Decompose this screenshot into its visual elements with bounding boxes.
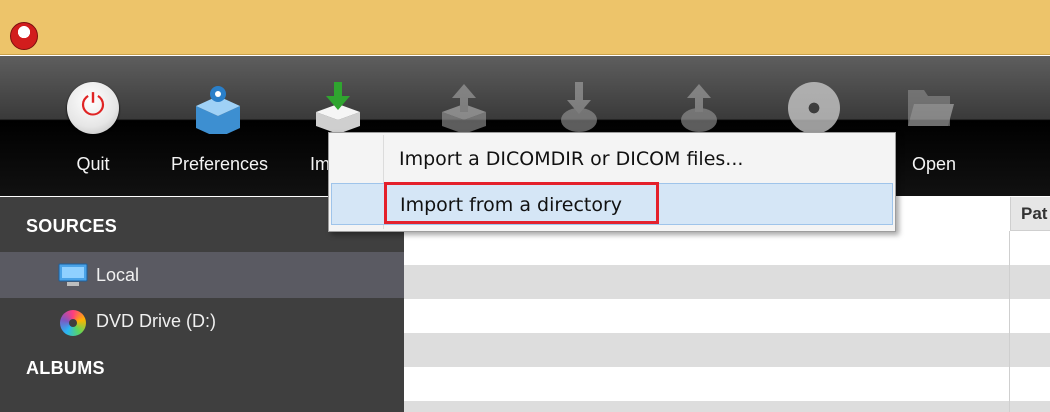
folder-icon	[908, 90, 954, 126]
annotation-highlight-box	[384, 182, 659, 224]
sources-heading: SOURCES	[26, 216, 118, 236]
table-row[interactable]	[404, 333, 1050, 367]
app-logo-icon	[10, 22, 38, 50]
table-row[interactable]	[404, 299, 1050, 333]
quit-button[interactable]: Quit	[48, 56, 138, 196]
dvd-icon	[60, 310, 86, 336]
table-row[interactable]	[404, 265, 1050, 299]
sidebar-item-local[interactable]: Local	[0, 252, 404, 298]
menu-item-import-dicomdir[interactable]: Import a DICOMDIR or DICOM files...	[331, 138, 893, 180]
table-row[interactable]	[404, 367, 1050, 401]
quit-label: Quit	[76, 154, 110, 174]
albums-heading: ALBUMS	[26, 358, 105, 378]
table-row[interactable]	[404, 401, 1050, 412]
import-arrow-icon	[316, 82, 360, 134]
sidebar-item-label: Local	[96, 265, 140, 285]
power-icon	[67, 82, 119, 134]
sidebar-item-dvd-drive[interactable]: DVD Drive (D:)	[0, 298, 404, 344]
open-label: Open	[911, 154, 957, 174]
preferences-button[interactable]: Preferences	[152, 56, 287, 196]
column-header-label: Pat	[1021, 204, 1048, 223]
menu-item-label: Import a DICOMDIR or DICOM files...	[399, 148, 744, 170]
upload-icon	[681, 84, 717, 132]
table-row[interactable]	[404, 231, 1050, 265]
preferences-label: Preferences	[170, 154, 269, 174]
title-bar	[0, 0, 1050, 55]
download-icon	[561, 82, 597, 132]
export-icon	[442, 84, 486, 134]
monitor-icon	[58, 263, 88, 286]
open-button[interactable]: Open	[890, 56, 970, 196]
sidebar-item-label: DVD Drive (D:)	[96, 311, 216, 331]
column-header-patient[interactable]: Pat	[1010, 197, 1050, 231]
gear-box-icon	[196, 86, 240, 134]
disc-icon	[788, 82, 840, 134]
